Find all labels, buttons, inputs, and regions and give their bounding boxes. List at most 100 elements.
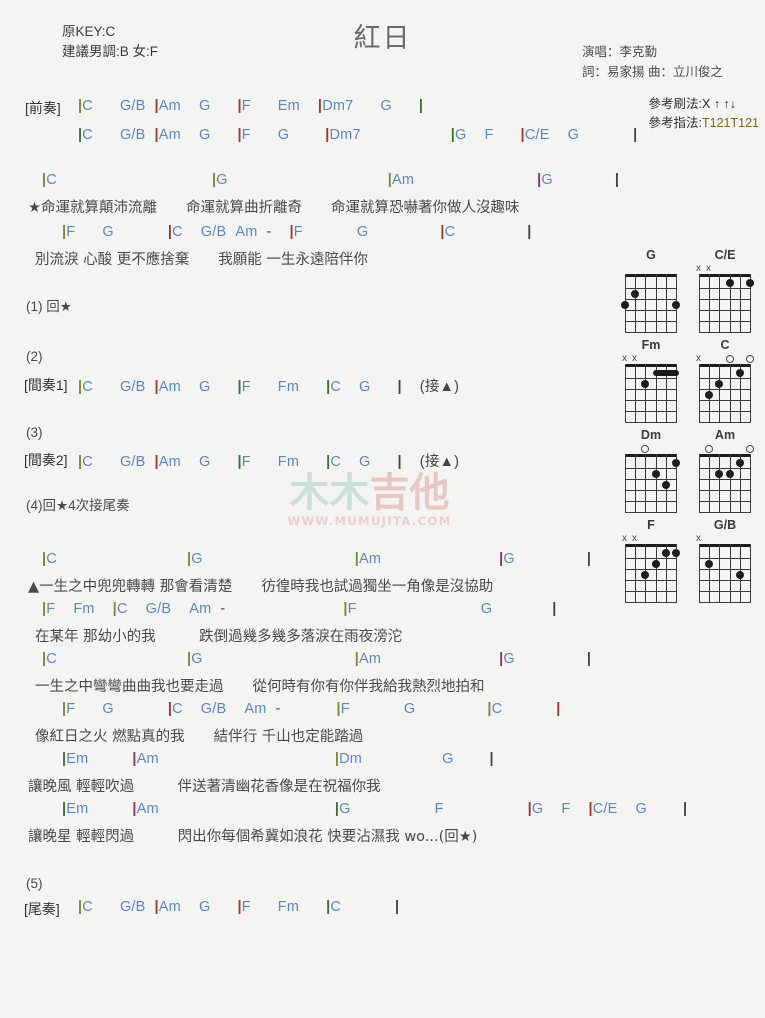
finger-dot xyxy=(652,560,660,568)
fret-line xyxy=(699,569,751,570)
string-line xyxy=(699,364,700,422)
reference-patterns: 參考刷法:X ↑ ↑↓ 參考指法:T121T121 xyxy=(649,95,759,133)
chord-diagram-g: G xyxy=(618,248,684,333)
mute-marker-icon: x xyxy=(622,353,627,364)
string-line xyxy=(750,364,751,422)
fret-line xyxy=(625,569,677,570)
chord-diagram-name: Fm xyxy=(641,338,661,352)
nut xyxy=(625,454,677,457)
chord-open-mute-markers: xx xyxy=(618,353,684,364)
fret-line xyxy=(625,591,677,592)
open-string-marker-icon xyxy=(705,445,713,453)
fret-line xyxy=(699,501,751,502)
intro-chords-line-2: |C G/B |Am G |F G |Dm7 |G F |C/E G | xyxy=(78,127,638,143)
outro-chords: |C G/B |Am G |F Fm |C | xyxy=(78,899,400,915)
nut xyxy=(699,274,751,277)
fret-line xyxy=(699,591,751,592)
verse-lyric-line-1: ▲一生之中兜兜轉轉 那會看清楚 彷徨時我也試過獨坐一角像是沒協助 xyxy=(28,579,494,595)
string-line xyxy=(625,454,626,512)
watermark-url: WWW.MUMUJITA.COM xyxy=(287,514,452,528)
string-line xyxy=(625,364,626,422)
nut xyxy=(625,274,677,277)
watermark: 木木吉他 WWW.MUMUJITA.COM xyxy=(272,472,467,534)
fret-line xyxy=(625,501,677,502)
strum-pattern: 參考刷法:X ↑ ↑↓ xyxy=(649,95,759,114)
fingerstyle-pattern: 參考指法:T121T121 xyxy=(649,114,759,133)
fretboard xyxy=(699,544,751,603)
fret-line xyxy=(625,310,677,311)
writer-credit: 詞：易家揚 曲：立川俊之 xyxy=(582,65,723,79)
interlude1-label: [間奏1] xyxy=(24,377,68,393)
string-line xyxy=(699,454,700,512)
string-line xyxy=(750,454,751,512)
finger-dot xyxy=(652,470,660,478)
string-line xyxy=(719,364,720,422)
mute-marker-icon: x xyxy=(622,533,627,544)
chord-diagram-dm: Dm xyxy=(618,428,684,513)
chord-diagram-g-b: G/B x xyxy=(692,518,758,603)
fret-line xyxy=(699,490,751,491)
credits: 演唱：李克勤 詞：易家揚 曲：立川俊之 xyxy=(582,42,723,82)
note-3: (3) xyxy=(26,425,43,440)
interlude2-label: [間奏2] xyxy=(24,452,68,468)
finger-dot xyxy=(641,380,649,388)
fret-line xyxy=(625,490,677,491)
mute-marker-icon: x xyxy=(696,353,701,364)
nut xyxy=(625,364,677,367)
mute-marker-icon: x xyxy=(632,353,637,364)
fret-line xyxy=(699,378,751,379)
chord-diagram-f: Fxx xyxy=(618,518,684,603)
finger-dot xyxy=(672,459,680,467)
fret-line xyxy=(699,299,751,300)
intro-chords-line-1: |C G/B |Am G |F Em |Dm7 G | xyxy=(78,98,424,114)
fret-line xyxy=(699,602,751,603)
chord-open-mute-markers: x xyxy=(692,353,758,364)
finger-dot xyxy=(746,279,754,287)
open-string-marker-icon xyxy=(746,355,754,363)
fret-line xyxy=(699,580,751,581)
finger-dot xyxy=(705,391,713,399)
verse-chords-line-6: |Em |Am |G F |G F |C/E G | xyxy=(62,801,688,817)
nut xyxy=(699,364,751,367)
open-string-marker-icon xyxy=(726,355,734,363)
note-2: (2) xyxy=(26,349,43,364)
finger-dot xyxy=(726,279,734,287)
chord-open-mute-markers: xx xyxy=(692,263,758,274)
chord-open-mute-markers xyxy=(618,263,684,274)
string-line xyxy=(730,454,731,512)
fret-line xyxy=(625,580,677,581)
finger-dot xyxy=(672,549,680,557)
fretboard xyxy=(625,364,679,423)
chord-diagram-c-e: C/E x x xyxy=(692,248,758,333)
fret-line xyxy=(699,558,751,559)
fret-line xyxy=(625,558,677,559)
chord-diagram-name: Am xyxy=(714,428,736,442)
chord-diagram-am: Am xyxy=(692,428,758,513)
finger-dot xyxy=(736,459,744,467)
chorus-chords-line-2: |F G |C G/B Am - |F G |C | xyxy=(62,224,532,240)
mute-marker-icon: x xyxy=(696,533,701,544)
fretboard xyxy=(699,274,754,333)
string-line xyxy=(740,274,741,332)
fret-line xyxy=(699,310,751,311)
mute-marker-icon: x xyxy=(696,263,701,274)
fret-line xyxy=(699,479,751,480)
singer-credit: 演唱：李克勤 xyxy=(582,45,658,59)
open-string-marker-icon xyxy=(746,445,754,453)
fret-line xyxy=(699,411,751,412)
watermark-char-2: 木 xyxy=(329,470,370,516)
chord-diagram-fm: Fm x x xyxy=(618,338,684,423)
string-line xyxy=(656,544,657,602)
verse-chords-line-4: |F G |C G/B Am - |F G |C | xyxy=(62,701,561,717)
finger-dot xyxy=(631,290,639,298)
fretboard xyxy=(621,274,680,333)
fret-line xyxy=(699,389,751,390)
note-1: (1) 回★ xyxy=(26,299,72,314)
string-line xyxy=(635,364,636,422)
fret-line xyxy=(625,479,677,480)
string-line xyxy=(719,274,720,332)
string-line xyxy=(699,274,700,332)
fret-line xyxy=(625,422,677,423)
chord-sheet-page: 原KEY:C 建議男調:B 女:F 紅日 演唱：李克勤 詞：易家揚 曲：立川俊之… xyxy=(0,0,765,1018)
chord-open-mute-markers xyxy=(692,443,758,454)
